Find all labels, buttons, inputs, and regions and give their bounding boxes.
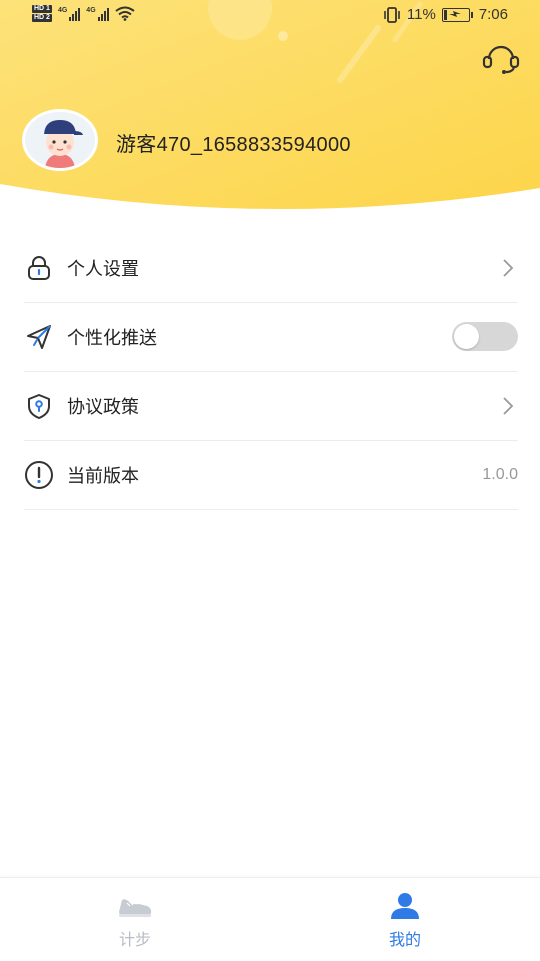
bottom-nav: 计步 我的 [0,877,540,961]
signal-2: 4G [86,6,109,21]
menu-item-label: 协议政策 [67,397,139,417]
hd2-badge: HD 2 [32,14,52,22]
menu-item-label: 个人设置 [67,259,139,279]
menu-item-version[interactable]: 当前版本 1.0.0 [24,441,518,510]
menu-item-label: 当前版本 [67,466,139,486]
username: 游客470_1658833594000 [116,134,351,156]
signal-bars-icon [97,7,109,21]
chevron-right-icon [503,259,514,277]
send-icon [24,322,54,352]
battery-icon [441,7,473,22]
menu-item-personalized-push: 个性化推送 [24,303,518,372]
clock: 7:06 [478,6,508,23]
status-left: HD 1 HD 2 4G 4G [32,5,135,22]
shoe-icon [119,899,152,917]
version-value: 1.0.0 [482,466,518,483]
charging-icon [448,10,461,17]
wifi-icon [115,6,135,21]
tab-mine[interactable]: 我的 [270,878,540,961]
network-1-label: 4G [57,6,68,14]
menu-item-label: 个性化推送 [67,328,157,348]
battery-level [443,9,447,20]
tab-label: 计步 [118,932,151,949]
shield-icon [24,391,54,421]
push-toggle[interactable] [452,322,518,351]
signal-1: 4G [57,6,81,21]
battery-percent: 11% [406,6,436,23]
lock-icon [24,253,54,283]
chevron-right-icon [503,397,514,415]
avatar[interactable] [22,109,98,171]
tab-label: 我的 [388,932,421,949]
user-icon [391,893,419,919]
signal-bars-icon [69,7,81,21]
hd-badges: HD 1 HD 2 [32,5,52,22]
profile-header: HD 1 HD 2 4G 4G 11% 7:06 游客470_165883359… [0,0,540,212]
status-bar: HD 1 HD 2 4G 4G 11% 7:06 [0,0,540,32]
menu-item-policy[interactable]: 协议政策 [24,372,518,441]
status-right: 11% 7:06 [383,6,508,23]
menu-item-personal-settings[interactable]: 个人设置 [24,234,518,303]
info-icon [24,460,54,490]
vibrate-icon [384,6,400,23]
settings-menu: 个人设置 个性化推送 协议政策 当前版本 1.0.0 [24,234,518,510]
headset-icon[interactable] [482,42,520,76]
toggle-knob [454,324,479,349]
network-2-label: 4G [86,6,96,14]
hd1-badge: HD 1 [32,5,52,13]
tab-steps[interactable]: 计步 [0,878,270,961]
avatar-illustration [25,112,95,168]
